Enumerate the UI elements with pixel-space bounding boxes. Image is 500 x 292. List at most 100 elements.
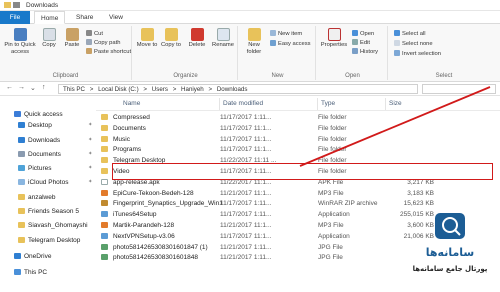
history-button[interactable]: History <box>352 48 378 56</box>
nav-item-label: Desktop <box>28 122 52 129</box>
file-date: 11/21/2017 11:1... <box>220 222 272 229</box>
ribbon-tabs: File Home Share View <box>0 11 500 24</box>
tab-home[interactable]: Home <box>34 11 66 24</box>
breadcrumb-haniyeh[interactable]: Haniyeh <box>181 86 204 93</box>
file-type: MP3 File <box>318 222 344 229</box>
file-name: Music <box>101 135 223 146</box>
forward-arrow-icon[interactable]: → <box>18 84 25 91</box>
new-folder-icon <box>247 28 261 41</box>
delete-button[interactable]: Delete <box>186 28 208 49</box>
doc-file-icon <box>101 178 108 185</box>
select-none-button[interactable]: Select none <box>394 40 433 48</box>
open-group-label: Open <box>345 73 360 79</box>
rename-button[interactable]: Rename <box>211 28 235 49</box>
folder-icon <box>101 135 108 142</box>
paste-shortcut-button[interactable]: Paste shortcut <box>86 48 131 56</box>
file-row[interactable]: Music 11/17/2017 11:1... File folder <box>96 135 500 146</box>
invert-selection-button[interactable]: Invert selection <box>394 50 441 58</box>
nav-item[interactable]: anzalweb <box>18 194 55 201</box>
pin-icon[interactable]: ✦ <box>88 179 93 185</box>
file-name-text: Compressed <box>113 114 150 121</box>
copy-to-button[interactable]: Copy to <box>160 28 182 49</box>
nav-item-label: Pictures <box>28 165 52 172</box>
recent-chevron-icon[interactable]: ⌄ <box>30 84 36 92</box>
easy-access-button[interactable]: Easy access <box>270 40 311 48</box>
tab-file[interactable]: File <box>0 11 30 24</box>
tab-share[interactable]: Share <box>70 11 99 24</box>
up-arrow-icon[interactable]: ↑ <box>42 84 46 91</box>
nav-item[interactable]: Downloads ✦ <box>18 137 93 144</box>
paste-button[interactable]: Paste <box>61 28 83 49</box>
pin-quick-access-button[interactable]: Pin to Quick access <box>2 28 38 56</box>
file-name: EpiCure-Tekoon-Bedeh-128 <box>101 189 223 200</box>
nav-item[interactable]: Quick access <box>14 111 63 118</box>
file-row[interactable]: EpiCure-Tekoon-Bedeh-128 11/21/2017 11:1.… <box>96 189 500 200</box>
search-input[interactable] <box>422 84 496 94</box>
breadcrumb-separator: > <box>208 86 213 93</box>
nav-item-label: Telegram Desktop <box>28 237 81 244</box>
file-row[interactable]: Fingerprint_Synaptics_Upgrade_Win10_V...… <box>96 199 500 210</box>
nav-item[interactable]: Desktop ✦ <box>18 122 93 129</box>
select-group: Select all Select none Invert selection … <box>390 26 498 80</box>
open-icon <box>352 30 358 36</box>
document-icon <box>18 151 25 157</box>
folder-icon <box>101 114 108 120</box>
properties-button[interactable]: Properties <box>320 28 348 49</box>
select-all-button[interactable]: Select all <box>394 30 426 38</box>
file-type: File folder <box>318 114 347 121</box>
organize-group-label: Organize <box>173 73 198 79</box>
file-row[interactable]: Programs 11/17/2017 11:1... File folder <box>96 145 500 156</box>
file-name-text: Music <box>113 135 130 143</box>
pin-icon[interactable]: ✦ <box>88 137 93 143</box>
new-item-button[interactable]: New item <box>270 30 302 38</box>
delete-icon <box>190 28 204 41</box>
back-arrow-icon[interactable]: ← <box>6 84 13 91</box>
nav-item[interactable]: This PC <box>14 269 47 276</box>
pin-icon[interactable]: ✦ <box>88 165 93 171</box>
jpg-file-icon <box>101 243 108 250</box>
nav-item[interactable]: Friends Season 5 <box>18 208 79 215</box>
watermark-brand-text: سامانه‌ها <box>426 246 474 259</box>
column-header-name[interactable]: Name <box>120 98 220 110</box>
nav-item[interactable]: Siavash_Ghomayshi <box>18 222 88 229</box>
file-name: iTunes64Setup <box>101 210 223 221</box>
nav-item[interactable]: iCloud Photos ✦ <box>18 179 93 186</box>
nav-item[interactable]: Telegram Desktop <box>18 237 80 244</box>
quick-access-toolbar-icon[interactable] <box>4 2 22 9</box>
paste-icon <box>65 28 79 41</box>
copy-button[interactable]: Copy <box>38 28 60 49</box>
breadcrumb-downloads[interactable]: Downloads <box>217 86 248 93</box>
file-date: 11/17/2017 11:1... <box>220 146 272 154</box>
jpg-file-icon <box>101 254 108 261</box>
breadcrumb-users[interactable]: Users <box>152 86 168 93</box>
pin-icon[interactable]: ✦ <box>88 122 93 128</box>
breadcrumb-separator: > <box>89 86 94 93</box>
explorer-window: Downloads File Home Share View Pin to Qu… <box>0 0 500 292</box>
file-date: 11/21/2017 1:11... <box>220 254 272 262</box>
tab-view[interactable]: View <box>103 11 129 24</box>
column-header-type[interactable]: Type <box>318 98 386 110</box>
new-item-icon <box>270 30 276 36</box>
file-row[interactable]: Documents 11/17/2017 11:1... File folder <box>96 124 500 135</box>
select-none-icon <box>394 40 400 46</box>
new-group-label: New <box>271 73 284 79</box>
nav-item[interactable]: OneDrive <box>14 253 51 260</box>
open-button[interactable]: Open <box>352 30 374 38</box>
file-row[interactable]: Compressed 11/17/2017 1:11... File folder <box>96 113 500 124</box>
edit-button[interactable]: Edit <box>352 39 370 47</box>
column-header-size[interactable]: Size <box>386 98 438 110</box>
move-to-button[interactable]: Move to <box>136 28 158 49</box>
file-type: Application <box>318 211 350 219</box>
breadcrumb-local-disk[interactable]: Local Disk (C:) <box>98 86 139 93</box>
nav-item[interactable]: Pictures ✦ <box>18 165 93 172</box>
address-box[interactable]: This PC > Local Disk (C:) > Users > Hani… <box>58 84 418 94</box>
pin-icon[interactable]: ✦ <box>88 151 93 157</box>
cut-button[interactable]: Cut <box>86 30 103 38</box>
nav-item[interactable]: Documents ✦ <box>18 151 93 158</box>
nav-item-label: Quick access <box>24 111 63 118</box>
new-folder-button[interactable]: New folder <box>242 28 266 56</box>
copy-path-button[interactable]: Copy path <box>86 39 120 47</box>
breadcrumb-this-pc[interactable]: This PC <box>63 86 85 93</box>
column-header-date[interactable]: Date modified <box>220 98 318 110</box>
organize-group: Move to Copy to Delete Rename Organize <box>134 26 238 80</box>
